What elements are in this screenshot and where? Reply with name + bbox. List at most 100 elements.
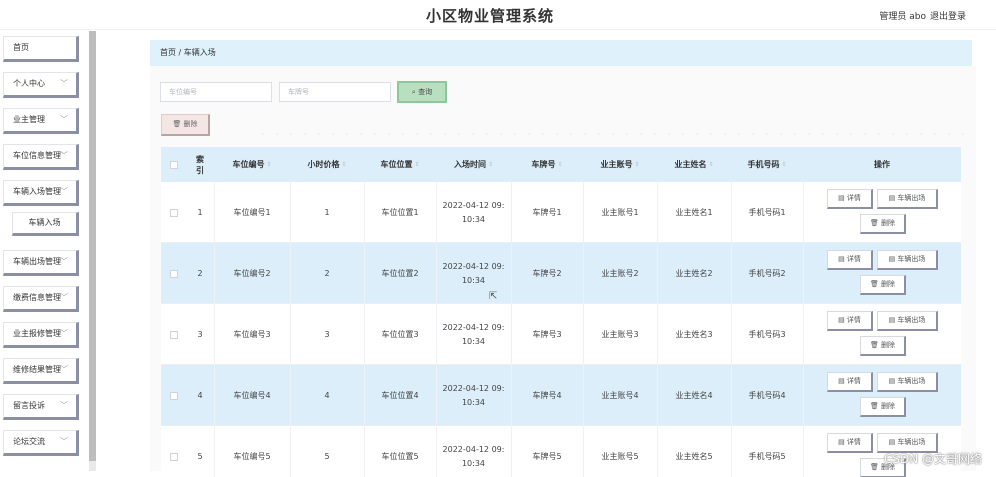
column-divider (364, 243, 365, 304)
batch-delete-button[interactable]: 🗑 删除 (161, 114, 210, 136)
column-header[interactable]: 业主账号 ⇕ (583, 147, 657, 182)
sidebar-item-label: 缴费信息管理 (13, 293, 61, 302)
sidebar-scrollbar[interactable] (89, 31, 96, 471)
chevron-down-icon: ﹀ (60, 187, 68, 196)
detail-button[interactable]: ▤ 详情 (827, 311, 873, 331)
vehicle-exit-button[interactable]: ▤ 车辆出场 (877, 250, 938, 270)
sidebar-item[interactable]: 业主管理 ﹀ (3, 108, 79, 134)
column-header[interactable]: 车牌号 ⇕ (511, 147, 583, 182)
table-cell: 车牌号4 (532, 390, 562, 400)
column-divider (364, 304, 365, 365)
column-header: 操作 (803, 147, 961, 182)
row-checkbox[interactable] (169, 452, 178, 461)
table-cell: 车牌号3 (532, 329, 562, 339)
row-delete-button[interactable]: 🗑 删除 (860, 336, 906, 356)
sidebar-menu: 首页 个人中心 ﹀ 业主管理 ﹀ 车位信息管理 ﹀ 车辆入场管理 ﹀ 车辆出场管理 ﹀ 缴费信息管理 ﹀… (0, 31, 80, 477)
column-header[interactable]: 索引 (186, 147, 214, 182)
sort-icon[interactable]: ⇕ (488, 161, 493, 168)
plate-search-input[interactable]: 车牌号 (279, 82, 391, 102)
column-divider (290, 243, 291, 304)
row-checkbox[interactable] (169, 330, 178, 339)
column-divider (583, 426, 584, 477)
sort-icon[interactable]: ⇕ (781, 161, 786, 168)
table-cell: 车位编号2 (233, 268, 271, 278)
column-divider (657, 182, 658, 243)
column-divider (290, 365, 291, 426)
table-cell: 5 (324, 451, 330, 461)
chevron-down-icon: ﹀ (60, 329, 68, 338)
row-checkbox[interactable] (169, 269, 178, 278)
table-cell: 2022-04-12 09: 10:34 (442, 444, 505, 468)
row-checkbox[interactable] (169, 391, 178, 400)
sidebar-item[interactable]: 首页 (3, 36, 79, 62)
column-divider (214, 426, 215, 477)
table-cell: 2022-04-12 09: 10:34 (442, 261, 505, 285)
space-no-search-input[interactable]: 车位编号 (160, 82, 272, 102)
sidebar-subitem-vehicle-entry[interactable]: 车辆入场 (12, 212, 79, 236)
table-cell: 车位编号4 (233, 390, 271, 400)
sort-icon[interactable]: ⇕ (634, 161, 639, 168)
row-delete-button[interactable]: 🗑 删除 (860, 397, 906, 417)
table-cell: 车位位置5 (381, 451, 419, 461)
sidebar-item[interactable]: 业主报修管理 ﹀ (3, 322, 79, 348)
sidebar-item[interactable]: 留言投诉 ﹀ (3, 394, 79, 420)
sidebar-item[interactable]: 缴费信息管理 ﹀ (3, 286, 79, 312)
sidebar-item[interactable]: 维修结果管理 ﹀ (3, 358, 79, 384)
vehicle-exit-button[interactable]: ▤ 车辆出场 (877, 189, 938, 209)
column-header[interactable]: 入场时间 ⇕ (436, 147, 511, 182)
column-divider (657, 365, 658, 426)
column-header[interactable]: 业主姓名 ⇕ (657, 147, 731, 182)
sidebar-item[interactable]: 车位信息管理 ﹀ (3, 144, 79, 170)
detail-button[interactable]: ▤ 详情 (827, 250, 873, 270)
sort-icon[interactable]: ⇕ (266, 161, 271, 168)
logout-link[interactable]: 退出登录 (930, 9, 966, 22)
column-divider (583, 243, 584, 304)
row-delete-button[interactable]: 🗑 删除 (860, 275, 906, 295)
column-divider (511, 182, 512, 243)
column-divider (803, 182, 804, 243)
column-divider (214, 182, 215, 243)
column-header[interactable]: 手机号码 ⇕ (731, 147, 803, 182)
column-divider (290, 182, 291, 243)
detail-button[interactable]: ▤ 详情 (827, 189, 873, 209)
column-divider (657, 426, 658, 477)
chevron-down-icon: ﹀ (60, 79, 68, 88)
column-header-label: 车位位置 (380, 160, 413, 169)
table-cell: 车位位置3 (381, 329, 419, 339)
sort-icon[interactable]: ⇕ (708, 161, 713, 168)
sort-icon[interactable]: ⇕ (557, 161, 562, 168)
sidebar-item[interactable]: 个人中心 ﹀ (3, 72, 79, 98)
search-button[interactable]: ⌕ 查询 (397, 81, 447, 103)
table-cell: 车位编号5 (233, 451, 271, 461)
sort-icon[interactable]: ⇕ (414, 161, 419, 168)
table-cell: 业主姓名3 (675, 329, 713, 339)
vehicle-exit-button[interactable]: ▤ 车辆出场 (877, 372, 938, 392)
chevron-down-icon: ﹀ (60, 257, 68, 266)
column-header[interactable]: 车位位置 ⇕ (364, 147, 436, 182)
table-cell: 业主姓名4 (675, 390, 713, 400)
sidebar-item[interactable]: 论坛交流 ﹀ (3, 430, 79, 456)
select-all-checkbox[interactable] (169, 160, 178, 169)
sidebar-item[interactable]: 车辆出场管理 ﹀ (3, 250, 79, 276)
row-checkbox[interactable] (169, 208, 178, 217)
sidebar-item-label: 留言投诉 (13, 401, 45, 410)
vehicle-exit-button[interactable]: ▤ 车辆出场 (877, 311, 938, 331)
detail-button[interactable]: ▤ 详情 (827, 372, 873, 392)
column-header-label: 操作 (874, 160, 890, 169)
column-divider (803, 365, 804, 426)
sort-icon[interactable]: ⇕ (341, 161, 346, 168)
sidebar-item-label: 首页 (13, 43, 29, 52)
scrollbar-thumb[interactable] (89, 31, 96, 461)
detail-button[interactable]: ▤ 详情 (827, 433, 873, 453)
column-header[interactable]: 车位编号 ⇕ (214, 147, 290, 182)
column-header-label: 小时价格 (307, 160, 340, 169)
row-delete-button[interactable]: 🗑 删除 (860, 214, 906, 234)
column-header-label: 车位编号 (232, 160, 265, 169)
table-row: 3 车位编号3 3 车位位置3 2022-04-12 09: 10:34 车牌号3 业主账号… (161, 304, 961, 365)
column-divider (436, 426, 437, 477)
sidebar-item[interactable]: 车辆入场管理 ﹀ (3, 180, 79, 206)
table-cell: 业主账号4 (601, 390, 639, 400)
column-header[interactable]: 小时价格 ⇕ (290, 147, 364, 182)
chevron-down-icon: ﹀ (60, 401, 68, 410)
table-cell: 2022-04-12 09: 10:34 (442, 322, 505, 346)
